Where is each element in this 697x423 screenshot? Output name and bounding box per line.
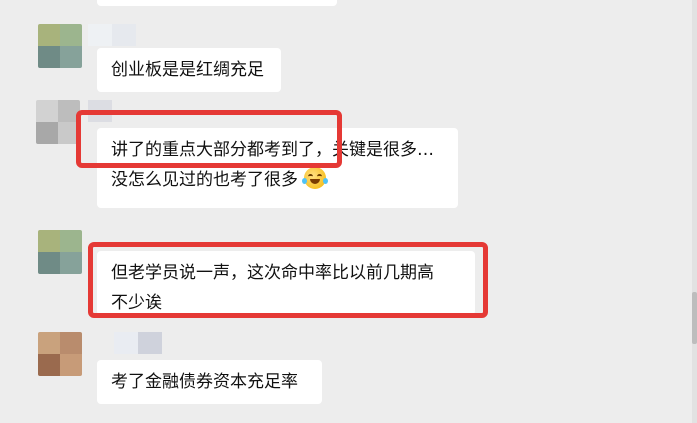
highlight-box — [88, 242, 488, 318]
avatar[interactable] — [38, 230, 82, 274]
highlight-box — [76, 110, 342, 168]
avatar[interactable] — [38, 24, 82, 68]
message-bubble[interactable]: 创业板是是红绸充足 — [97, 48, 281, 92]
laughing-crying-emoji-icon — [302, 167, 328, 189]
message-text: 没怎么见过的也考了很多 — [111, 165, 444, 195]
message-text-line: 没怎么见过的也考了很多 — [111, 170, 298, 190]
message-text: 考了金融债券资本充足率 — [111, 372, 298, 392]
message-bubble-partial[interactable] — [97, 0, 337, 6]
avatar[interactable] — [38, 332, 82, 376]
sender-name-blurred — [88, 24, 136, 46]
scrollbar-track[interactable] — [692, 0, 697, 423]
sender-name-blurred — [114, 332, 166, 354]
scrollbar-thumb[interactable] — [692, 292, 697, 344]
message-text: 创业板是是红绸充足 — [111, 60, 264, 80]
message-bubble[interactable]: 考了金融债券资本充足率 — [97, 360, 322, 404]
avatar[interactable] — [36, 100, 80, 144]
chat-window: 创业板是是红绸充足 讲了的重点大部分都考到了，关键是很多… 没怎么见过的也考了很… — [0, 0, 697, 423]
